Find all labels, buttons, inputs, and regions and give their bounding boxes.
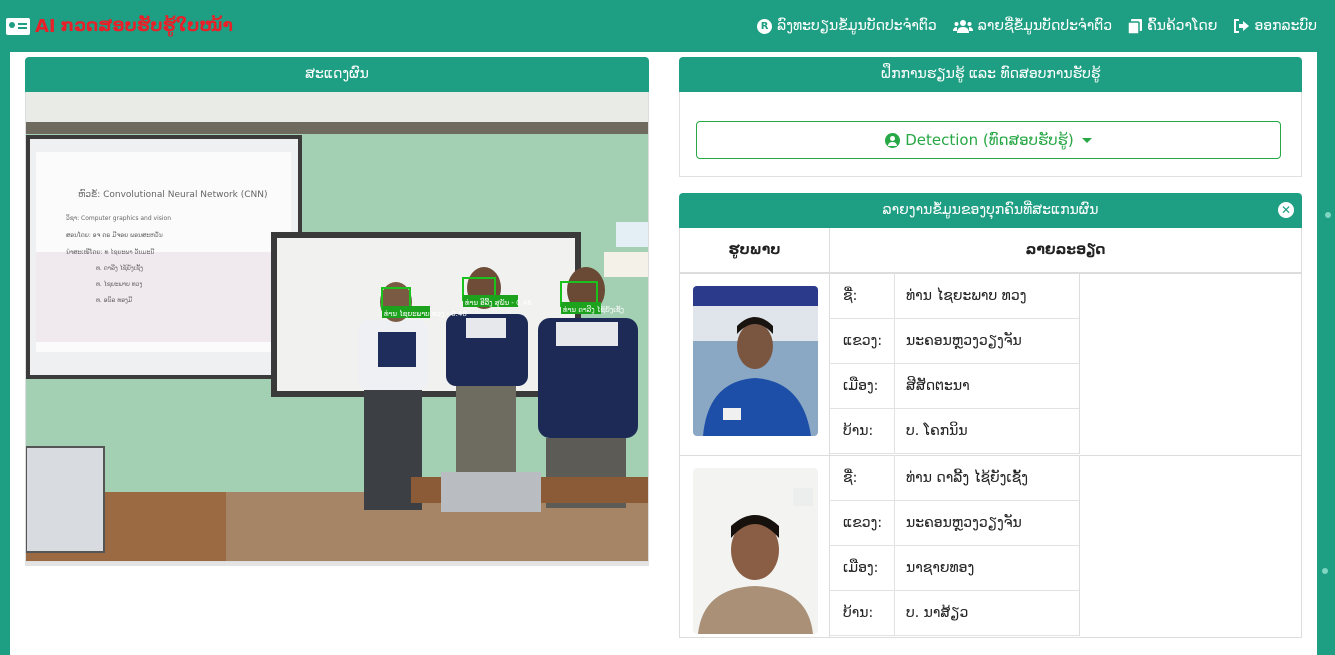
image-divider [25, 562, 649, 566]
detail-row-province: ແຂວງ: ນະຄອນຫຼວງວຽງຈັນ [830, 501, 1079, 546]
caret-down-icon [1081, 137, 1092, 143]
table-header: ຮູບພາບ ລາຍລະອຽດ [680, 228, 1301, 274]
slide-line: ວິຊາ: Computer graphics and vision [66, 215, 171, 222]
nav-list[interactable]: ລາຍຊື່ຂໍ້ມູນບັດປະຈຳຕົວ [952, 18, 1113, 34]
slide-line: ນຳສະເໜີໂດຍ: ທ ໄຊຍະພາ ວັນມະນີ [66, 248, 154, 256]
detail-key: ບ້ານ: [830, 591, 895, 635]
column-header-detail: ລາຍລະອຽດ [1025, 242, 1106, 258]
person-photo [693, 468, 818, 634]
result-card: ສະແດງຜົນ ຫົວຂໍ້: Convolutional Neural Ne… [25, 57, 649, 566]
detail-key: ແຂວງ: [830, 319, 895, 363]
decorative-dot [1325, 212, 1331, 218]
nav-logout-label: ອອກລະບົບ [1254, 18, 1317, 34]
detail-row-province: ແຂວງ: ນະຄອນຫຼວງວຽງຈັນ [830, 319, 1079, 364]
detail-value: ສີສັດຕະນາ [906, 378, 970, 394]
photo-cell [680, 274, 830, 455]
decorative-dot [1322, 568, 1328, 574]
nav-logout[interactable]: ອອກລະບົບ [1233, 18, 1317, 34]
detail-row-village: ບ້ານ: ບ. ໂຄກນິນ [830, 409, 1079, 454]
detail-key: ເມືອງ: [830, 546, 895, 590]
slide-title: ຫົວຂໍ້: Convolutional Neural Network (CN… [78, 189, 268, 200]
slide-line: ທ. ດາລີງ ໄຊ້ຍັງເຊັ້ງ [96, 264, 143, 272]
detection-label: ທ່ານ ອີລີ້ງ ສຸພັນ - 0.46 [465, 298, 532, 308]
detail-cell: ຊື່: ທ່ານ ໄຊຍະພາບ ທວງ ແຂວງ: ນະຄອນຫຼວງວຽງ… [830, 274, 1301, 455]
detection-result-image: ຫົວຂໍ້: Convolutional Neural Network (CN… [25, 92, 649, 562]
photo-cell [680, 456, 830, 637]
detail-row-district: ເມືອງ: ນາຊາຍທອງ [830, 546, 1079, 591]
detail-key: ຊື່: [830, 274, 895, 318]
table-row: ຊື່: ທ່ານ ດາລີ້ງ ໄຊ້ຍັງເຊັ້ງ ແຂວງ: ນະຄອນ… [680, 456, 1301, 638]
nav-search-label: ຄົ້ນຄ້ວາໂດຍ [1147, 18, 1218, 34]
table-row: ຊື່: ທ່ານ ໄຊຍະພາບ ທວງ ແຂວງ: ນະຄອນຫຼວງວຽງ… [680, 274, 1301, 456]
detail-key: ແຂວງ: [830, 501, 895, 545]
sign-out-icon [1233, 19, 1250, 33]
nav-list-label: ລາຍຊື່ຂໍ້ມູນບັດປະຈຳຕົວ [977, 18, 1113, 34]
person-photo [693, 286, 818, 436]
brand[interactable]: AI ກວດສອບຮັບຮູ້ໃບໜ້າ [6, 16, 233, 37]
detail-value: ນະຄອນຫຼວງວຽງຈັນ [906, 333, 1022, 349]
report-card-header: ລາຍງານຂໍ້ມູນຂອງບຸກຄົນທີ່ສະແກນຜົນ ✕ [679, 193, 1302, 228]
registered-icon: R [757, 18, 773, 34]
detection-label: ທ່ານ ດາລີງ ໄຊ້ຍັງເຊັ້ງ [563, 305, 624, 314]
result-card-title: ສະແດງຜົນ [25, 57, 649, 92]
report-card: ລາຍງານຂໍ້ມູນຂອງບຸກຄົນທີ່ສະແກນຜົນ ✕ ຮູບພາ… [679, 193, 1302, 638]
right-column: ຝຶກການຮຽນຮູ້ ແລະ ທົດສອບການຮັບຮູ້ Detecti… [679, 57, 1302, 638]
detail-value: ທ່ານ ດາລີ້ງ ໄຊ້ຍັງເຊັ້ງ [906, 470, 1029, 486]
detail-value: ນະຄອນຫຼວງວຽງຈັນ [906, 515, 1022, 531]
detail-value: ນາຊາຍທອງ [906, 560, 975, 576]
main-content: ສະແດງຜົນ ຫົວຂໍ້: Convolutional Neural Ne… [10, 52, 1317, 655]
copy-icon [1128, 18, 1143, 34]
detail-cell: ຊື່: ທ່ານ ດາລີ້ງ ໄຊ້ຍັງເຊັ້ງ ແຂວງ: ນະຄອນ… [830, 456, 1301, 637]
detail-value: ບ. ນາສ້ຽວ [906, 605, 969, 621]
detail-row-district: ເມືອງ: ສີສັດຕະນາ [830, 364, 1079, 409]
detection-button-label: Detection (ທົດສອບຮັບຮູ້) [905, 131, 1074, 149]
nav-search[interactable]: ຄົ້ນຄ້ວາໂດຍ [1128, 18, 1217, 34]
training-card: Detection (ທົດສອບຮັບຮູ້) [679, 92, 1302, 177]
detail-key: ບ້ານ: [830, 409, 895, 453]
detail-value: ບ. ໂຄກນິນ [906, 423, 968, 439]
detail-key: ຊື່: [830, 456, 895, 500]
slide-line: ທ. ໄຊຍະພາບ ທວງ [96, 280, 142, 288]
detection-label: ທ່ານ ໄຊຍະພາບ ທວງ - 0.48 [384, 309, 467, 318]
column-header-photo: ຮູບພາບ [680, 228, 830, 272]
training-card-title: ຝຶກການຮຽນຮູ້ ແລະ ທົດສອບການຮັບຮູ້ [679, 57, 1302, 92]
slide-line: ສອນໂດຍ: ອຈ ດຣ ມີຈອຍ ພອນສະຫວັນ [66, 232, 163, 239]
top-navbar: AI ກວດສອບຮັບຮູ້ໃບໜ້າ R ລົງທະບຽນຂໍ້ມູນບັດ… [0, 0, 1335, 52]
classroom-scene: ຫົວຂໍ້: Convolutional Neural Network (CN… [26, 92, 648, 561]
slide-line: ທ. ອນິລ ທອງມີ [96, 297, 132, 304]
nav-register-label: ລົງທະບຽນຂໍ້ມູນບັດປະຈຳຕົວ [777, 18, 937, 34]
id-card-icon [6, 17, 30, 35]
users-icon [952, 19, 973, 33]
nav-register[interactable]: R ລົງທະບຽນຂໍ້ມູນບັດປະຈຳຕົວ [757, 18, 937, 34]
detail-value: ທ່ານ ໄຊຍະພາບ ທວງ [906, 288, 1027, 304]
person-detail-list: ຊື່: ທ່ານ ດາລີ້ງ ໄຊ້ຍັງເຊັ້ງ ແຂວງ: ນະຄອນ… [830, 456, 1080, 636]
detail-row-name: ຊື່: ທ່ານ ໄຊຍະພາບ ທວງ [830, 274, 1079, 319]
close-icon[interactable]: ✕ [1278, 202, 1294, 218]
detail-row-name: ຊື່: ທ່ານ ດາລີ້ງ ໄຊ້ຍັງເຊັ້ງ [830, 456, 1079, 501]
report-card-title: ລາຍງານຂໍ້ມູນຂອງບຸກຄົນທີ່ສະແກນຜົນ [882, 202, 1099, 218]
person-detail-list: ຊື່: ທ່ານ ໄຊຍະພາບ ທວງ ແຂວງ: ນະຄອນຫຼວງວຽງ… [830, 274, 1080, 454]
detection-dropdown-button[interactable]: Detection (ທົດສອບຮັບຮູ້) [696, 121, 1281, 159]
detail-key: ເມືອງ: [830, 364, 895, 408]
detail-row-village: ບ້ານ: ບ. ນາສ້ຽວ [830, 591, 1079, 636]
brand-title: ກວດສອບຮັບຮູ້ໃບໜ້າ [60, 16, 233, 36]
user-circle-icon [885, 132, 901, 148]
person-table: ຮູບພາບ ລາຍລະອຽດ ຊື່: ທ່ານ ໄຊຍະພາບ ທວງ ແຂ… [679, 228, 1302, 638]
brand-ai: AI [35, 15, 56, 37]
nav-menu: R ລົງທະບຽນຂໍ້ມູນບັດປະຈຳຕົວ ລາຍຊື່ຂໍ້ມູນບ… [741, 18, 1317, 34]
